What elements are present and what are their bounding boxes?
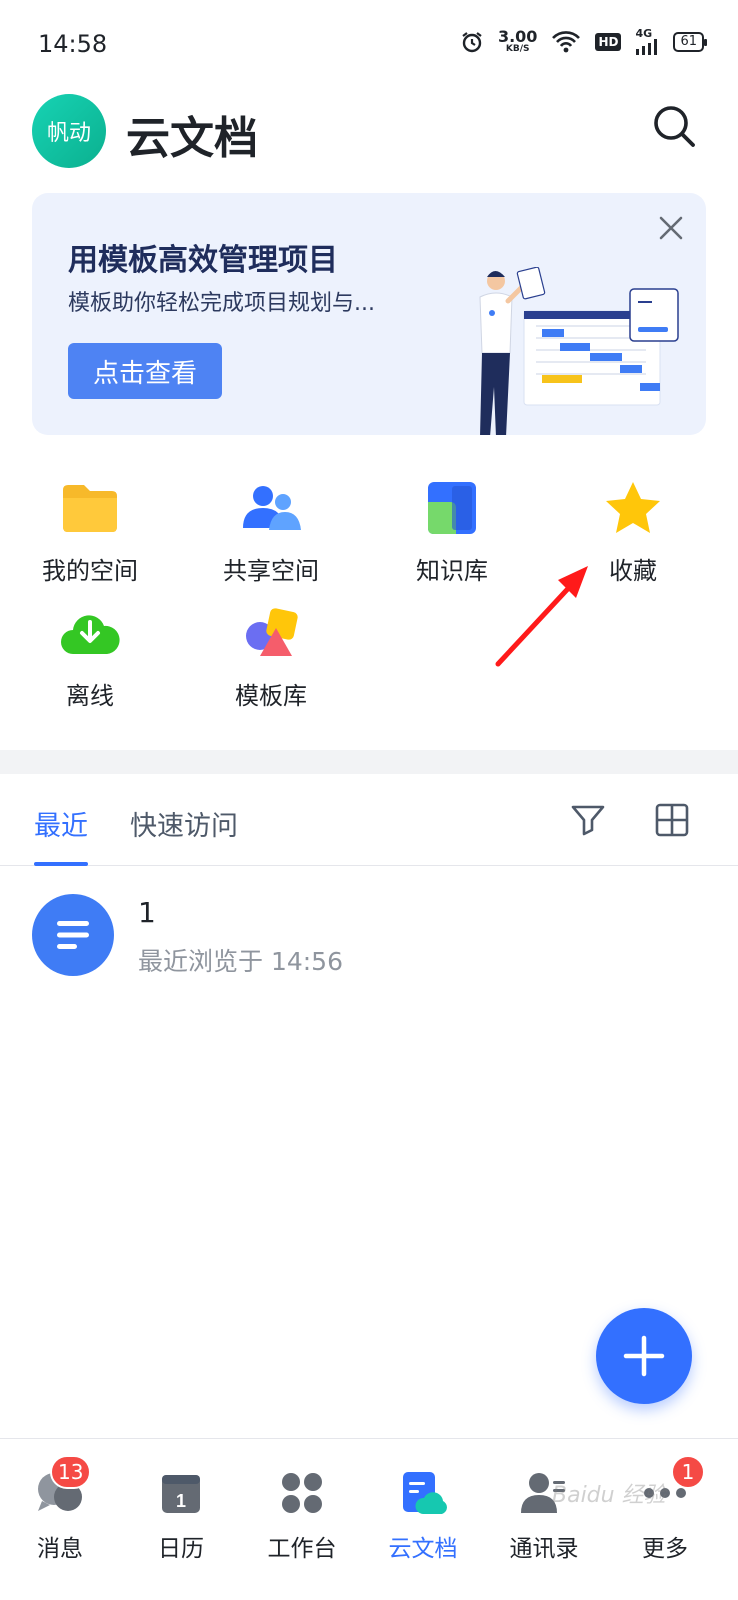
star-icon [601,476,665,539]
filter-button[interactable] [570,802,606,838]
banner-subtitle: 模板助你轻松完成项目规划与... [68,291,375,316]
nav-contacts-label: 通讯录 [509,1536,579,1562]
tab-recent[interactable]: 最近 [34,804,88,843]
quick-template-library-label: 模板库 [235,682,307,710]
filter-icon [571,805,605,836]
quick-template-library[interactable]: 模板库 [179,601,363,711]
shared-users-icon [239,476,303,539]
doc-name: 1 [138,896,156,929]
quick-favorites-label: 收藏 [609,557,657,585]
net-speed-value: 3.00 [497,27,538,46]
quick-shared-space-label: 共享空间 [223,557,319,585]
nav-more-label: 更多 [642,1536,688,1562]
status-icons: 3.00 KB/S HD 4G 61 [460,28,707,55]
offline-download-icon [58,601,122,664]
net-speed: 3.00 KB/S [498,29,537,54]
quick-knowledge-base-label: 知识库 [416,557,488,585]
doc-viewed-time: 最近浏览于 14:56 [138,947,343,976]
bottom-nav: 13 消息 1 日历 工作台 云文档 通讯录 1 更多 Baidu 经验 [0,1438,738,1600]
nav-calendar[interactable]: 1 日历 [121,1439,241,1569]
nav-calendar-label: 日历 [158,1536,204,1562]
template-library-icon [239,601,303,664]
wifi-icon [551,30,581,54]
doc-icon [32,894,114,976]
quick-offline[interactable]: 离线 [0,601,182,711]
messages-badge: 13 [50,1455,92,1489]
quick-favorites[interactable]: 收藏 [541,476,725,586]
banner-title: 用模板高效管理项目 [68,243,338,278]
quick-offline-label: 离线 [66,682,114,710]
project-planning-illustration [479,267,679,435]
quick-knowledge-base[interactable]: 知识库 [360,476,544,586]
quick-shared-space[interactable]: 共享空间 [179,476,363,586]
nav-cloud-docs-label: 云文档 [388,1536,458,1562]
net-speed-unit: KB/S [505,44,530,54]
quick-my-space[interactable]: 我的空间 [0,476,182,586]
calendar-icon: 1 [157,1469,205,1517]
banner-close-button[interactable] [654,211,688,245]
nav-cloud-docs[interactable]: 云文档 [363,1439,483,1569]
app-header: 帆动 云文档 [0,90,738,185]
grid-view-icon [655,803,689,837]
plus-icon [623,1335,665,1377]
battery-icon: 61 [673,31,707,52]
list-item[interactable]: 1 最近浏览于 14:56 [0,870,738,1000]
more-badge: 1 [671,1455,705,1489]
watermark: Baidu 经验 [552,1483,666,1508]
tab-quick-access[interactable]: 快速访问 [130,804,238,843]
promo-banner[interactable]: 用模板高效管理项目 模板助你轻松完成项目规划与... 点击查看 [32,193,706,435]
quick-my-space-label: 我的空间 [42,557,138,585]
hd-icon: HD [595,32,622,51]
knowledge-base-icon [420,476,484,539]
nav-workbench[interactable]: 工作台 [242,1439,362,1569]
create-button[interactable] [596,1308,692,1404]
nav-messages[interactable]: 13 消息 [0,1439,120,1569]
workbench-icon [278,1469,326,1517]
cloud-docs-icon [399,1469,447,1517]
banner-view-button[interactable]: 点击查看 [68,343,222,399]
nav-workbench-label: 工作台 [267,1536,337,1562]
doc-tabs: 最近 快速访问 [0,774,738,866]
close-icon [659,216,683,240]
nav-messages-label: 消息 [37,1536,83,1562]
signal-icon: 4G [635,28,659,55]
section-divider [0,750,738,774]
search-button[interactable] [650,102,700,152]
avatar[interactable]: 帆动 [32,94,106,168]
messages-icon: 13 [36,1455,92,1517]
tab-active-indicator [34,862,88,866]
folder-icon [58,476,122,539]
network-type: 4G [635,27,653,40]
page-title: 云文档 [126,113,258,164]
calendar-day: 1 [176,1491,186,1511]
search-icon [654,106,695,147]
status-time: 14:58 [38,30,108,58]
status-bar: 14:58 3.00 KB/S HD 4G 61 [0,0,738,90]
grid-view-button[interactable] [654,802,690,838]
alarm-icon [460,30,484,54]
